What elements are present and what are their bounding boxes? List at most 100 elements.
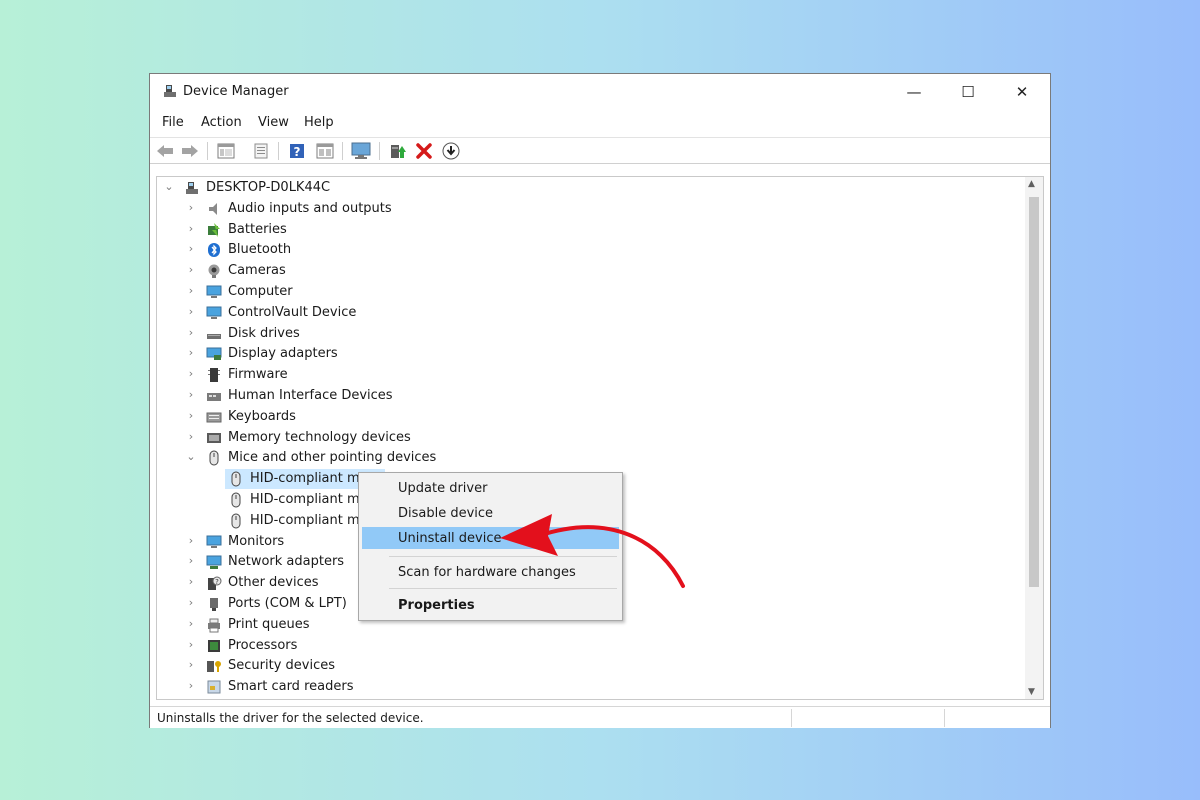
tree-category-item[interactable]: › Audio inputs and outputs xyxy=(157,199,1017,219)
chevron-right-icon[interactable]: › xyxy=(185,222,197,235)
chevron-right-icon[interactable]: › xyxy=(185,575,197,588)
tree-item-label: Network adapters xyxy=(228,554,345,570)
toolbar: ? xyxy=(150,137,1050,164)
tree-category-item[interactable]: › Cameras xyxy=(157,261,1017,281)
chevron-right-icon[interactable]: › xyxy=(185,534,197,547)
red-pointer-arrow-icon xyxy=(500,514,685,588)
tree-item-label: Other devices xyxy=(228,575,319,591)
tree-category-item[interactable]: › Keyboards xyxy=(157,407,1017,427)
uninstall-x-icon[interactable] xyxy=(414,142,434,160)
chevron-right-icon[interactable]: › xyxy=(185,242,197,255)
tree-item-label: HID-compliant mo xyxy=(250,492,368,507)
view-grid-icon[interactable] xyxy=(315,142,335,160)
tree-item-label: Security devices xyxy=(228,658,335,674)
mouse-icon xyxy=(228,471,244,487)
tree-item-label: Human Interface Devices xyxy=(228,388,393,403)
tree-root-node[interactable]: ⌄ DESKTOP-D0LK44C xyxy=(157,178,1017,198)
display-adapter-icon xyxy=(206,346,222,362)
tree-category-item[interactable]: › ControlVault Device xyxy=(157,303,1017,323)
chevron-right-icon[interactable]: › xyxy=(185,263,197,276)
chevron-right-icon[interactable]: › xyxy=(185,409,197,422)
tree-item-label: Print queues xyxy=(228,616,310,632)
tree-category-item[interactable]: › Firmware xyxy=(157,365,1017,385)
tree-item-label: Keyboards xyxy=(228,408,296,424)
tree-category-item[interactable]: › Security devices xyxy=(157,656,1017,676)
mouse-icon xyxy=(206,450,222,466)
svg-text:?: ? xyxy=(215,578,219,586)
chevron-down-icon[interactable]: ⌄ xyxy=(163,180,175,193)
menu-bar: File Action View Help xyxy=(150,112,1050,134)
tree-category-item[interactable]: ⌄ Mice and other pointing devices xyxy=(157,448,1017,468)
svg-text:?: ? xyxy=(294,145,301,159)
chevron-right-icon[interactable]: › xyxy=(185,617,197,630)
help-icon[interactable]: ? xyxy=(287,142,307,160)
tree-item-label: Firmware xyxy=(228,367,288,383)
menu-view[interactable]: View xyxy=(258,115,289,130)
security-key-icon xyxy=(206,658,222,674)
update-doc-icon[interactable] xyxy=(251,142,271,160)
tree-category-item[interactable]: › Batteries xyxy=(157,220,1017,240)
chevron-right-icon[interactable]: › xyxy=(185,596,197,609)
monitor-scan-icon[interactable] xyxy=(351,142,371,160)
tree-category-item[interactable]: › Human Interface Devices xyxy=(157,386,1017,406)
add-driver-icon[interactable] xyxy=(388,142,408,160)
tree-item-label: Processors xyxy=(228,637,298,653)
scrollbar-thumb[interactable] xyxy=(1029,197,1039,587)
chevron-right-icon[interactable]: › xyxy=(185,284,197,297)
camera-icon xyxy=(206,263,222,279)
tree-item-label: Disk drives xyxy=(228,325,300,341)
chevron-right-icon[interactable]: › xyxy=(185,658,197,671)
chevron-right-icon[interactable]: › xyxy=(185,367,197,380)
menu-file[interactable]: File xyxy=(162,115,184,130)
monitor-icon xyxy=(206,534,222,550)
minimize-button[interactable]: — xyxy=(891,74,937,110)
chevron-right-icon[interactable]: › xyxy=(185,346,197,359)
tree-category-item[interactable]: › Display adapters xyxy=(157,344,1017,364)
device-manager-icon xyxy=(164,85,176,97)
chevron-down-icon[interactable]: ⌄ xyxy=(185,450,197,463)
back-arrow-icon[interactable] xyxy=(155,142,175,160)
tree-item-label: ControlVault Device xyxy=(228,304,357,320)
disk-drive-icon xyxy=(206,326,222,342)
properties-list-icon[interactable] xyxy=(216,142,236,160)
tree-category-item[interactable]: › Disk drives xyxy=(157,324,1017,344)
scroll-up-icon[interactable]: ▲ xyxy=(1028,179,1035,189)
battery-icon xyxy=(206,222,222,238)
status-bar: Uninstalls the driver for the selected d… xyxy=(150,706,1050,728)
device-tree[interactable]: ▲ ▼ ⌄ DESKTOP-D0LK44C › Audio inputs and ou… xyxy=(156,176,1044,700)
tree-category-item[interactable]: › Processors xyxy=(157,636,1017,656)
controlvault-icon xyxy=(206,305,222,321)
chevron-right-icon[interactable]: › xyxy=(185,554,197,567)
mouse-icon xyxy=(228,513,244,529)
status-text: Uninstalls the driver for the selected d… xyxy=(157,711,424,725)
menu-help[interactable]: Help xyxy=(304,115,334,130)
window-title: Device Manager xyxy=(183,84,289,99)
chevron-right-icon[interactable]: › xyxy=(185,679,197,692)
update-driver-menu-item[interactable]: Update driver xyxy=(362,477,619,499)
tree-category-item[interactable]: › Bluetooth xyxy=(157,240,1017,260)
chevron-right-icon[interactable]: › xyxy=(185,326,197,339)
download-update-icon[interactable] xyxy=(441,142,461,160)
vertical-scrollbar[interactable]: ▲ ▼ xyxy=(1025,177,1043,699)
tree-category-item[interactable]: › Memory technology devices xyxy=(157,428,1017,448)
chevron-right-icon[interactable]: › xyxy=(185,638,197,651)
tree-item-label: Bluetooth xyxy=(228,242,292,258)
tree-category-item[interactable]: › Smart card readers xyxy=(157,677,1017,697)
chevron-right-icon[interactable]: › xyxy=(185,201,197,214)
forward-arrow-icon[interactable] xyxy=(180,142,200,160)
chevron-right-icon[interactable]: › xyxy=(185,388,197,401)
tree-item-label: Smart card readers xyxy=(228,679,354,695)
speaker-icon xyxy=(206,201,222,217)
chevron-right-icon[interactable]: › xyxy=(185,430,197,443)
close-button[interactable]: ✕ xyxy=(999,74,1045,110)
tree-item-label: Ports (COM & LPT) xyxy=(228,596,347,611)
scroll-down-icon[interactable]: ▼ xyxy=(1028,687,1035,697)
tree-category-item[interactable]: › Computer xyxy=(157,282,1017,302)
tree-item-label: Batteries xyxy=(228,221,287,237)
chevron-right-icon[interactable]: › xyxy=(185,305,197,318)
bluetooth-icon xyxy=(206,242,222,258)
tree-item-label: HID-compliant mo xyxy=(250,471,368,487)
tree-item-label: Cameras xyxy=(228,263,286,279)
menu-action[interactable]: Action xyxy=(201,115,242,130)
maximize-button[interactable]: ☐ xyxy=(945,74,991,110)
